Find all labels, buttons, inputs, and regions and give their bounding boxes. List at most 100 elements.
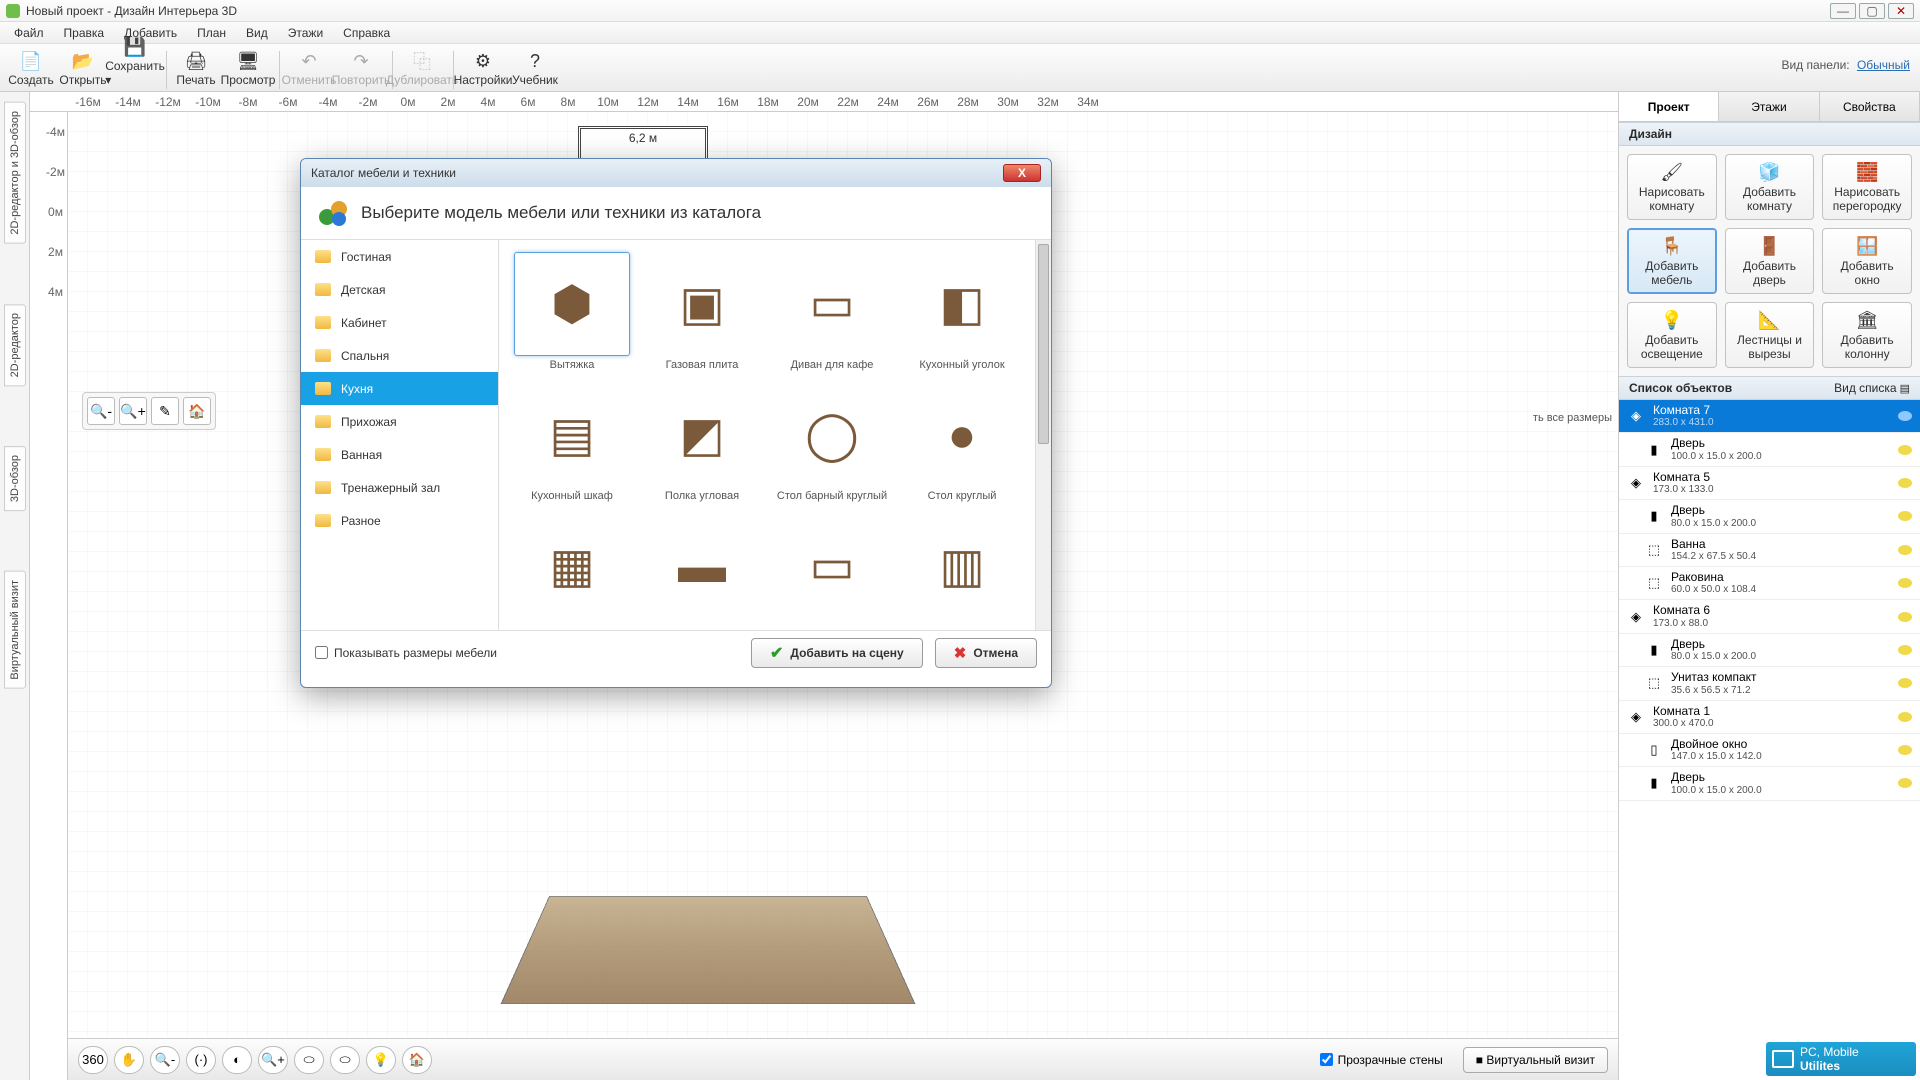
category-Спальня[interactable]: Спальня xyxy=(301,339,498,372)
category-Гостиная[interactable]: Гостиная xyxy=(301,240,498,273)
bottom-tool[interactable]: 🔍+ xyxy=(258,1046,288,1074)
menu-Файл[interactable]: Файл xyxy=(4,24,54,42)
sidebar-tab-Этажи[interactable]: Этажи xyxy=(1719,92,1819,121)
scrollbar-thumb[interactable] xyxy=(1038,244,1049,444)
design-btn[interactable]: 🧱Нарисоватьперегородку xyxy=(1822,154,1912,220)
category-Ванная[interactable]: Ванная xyxy=(301,438,498,471)
furniture-item[interactable]: ▭Диван для кафе xyxy=(771,252,893,371)
toolbar-Сохранить[interactable]: 💾Сохранить ▾ xyxy=(110,35,160,89)
toolbar-Создать[interactable]: 📄Создать xyxy=(6,49,56,89)
visibility-icon[interactable] xyxy=(1898,778,1912,788)
items-scrollbar[interactable] xyxy=(1035,240,1051,630)
panel-mode-link[interactable]: Обычный xyxy=(1857,58,1910,72)
show-sizes-input[interactable] xyxy=(315,646,328,659)
visibility-icon[interactable] xyxy=(1898,545,1912,555)
menu-План[interactable]: План xyxy=(187,24,236,42)
object-row[interactable]: ▮Дверь80.0 x 15.0 x 200.0 xyxy=(1619,500,1920,533)
sidebar-tab-Проект[interactable]: Проект xyxy=(1619,92,1719,121)
visibility-icon[interactable] xyxy=(1898,645,1912,655)
category-Кухня[interactable]: Кухня xyxy=(301,372,498,405)
visibility-icon[interactable] xyxy=(1898,478,1912,488)
show-sizes-checkbox[interactable]: Показывать размеры мебели xyxy=(315,646,497,660)
virtual-visit-button[interactable]: ■ Виртуальный визит xyxy=(1463,1047,1608,1073)
visibility-icon[interactable] xyxy=(1898,411,1912,421)
toolbar-Настройки[interactable]: ⚙Настройки xyxy=(458,49,508,89)
design-btn[interactable]: 🚪Добавитьдверь xyxy=(1725,228,1815,294)
palette-btn[interactable]: 🔍+ xyxy=(119,397,147,425)
object-row[interactable]: ▮Дверь100.0 x 15.0 x 200.0 xyxy=(1619,767,1920,800)
visibility-icon[interactable] xyxy=(1898,612,1912,622)
house-3d[interactable] xyxy=(500,896,915,1004)
bottom-tool[interactable]: 360 xyxy=(78,1046,108,1074)
object-row[interactable]: ▯Двойное окно147.0 x 15.0 x 142.0 xyxy=(1619,734,1920,767)
furniture-item[interactable]: ▥ xyxy=(901,514,1023,621)
furniture-item[interactable]: ◩Полка угловая xyxy=(641,383,763,502)
visibility-icon[interactable] xyxy=(1898,578,1912,588)
category-Кабинет[interactable]: Кабинет xyxy=(301,306,498,339)
furniture-item[interactable]: ▦ xyxy=(511,514,633,621)
menu-Вид[interactable]: Вид xyxy=(236,24,278,42)
furniture-item[interactable]: ◯Стол барный круглый xyxy=(771,383,893,502)
sidebar-tab-Свойства[interactable]: Свойства xyxy=(1820,92,1920,121)
item-grid[interactable]: ⬢Вытяжка▣Газовая плита▭Диван для кафе◧Ку… xyxy=(499,240,1035,630)
furniture-item[interactable]: ▣Газовая плита xyxy=(641,252,763,371)
cancel-button[interactable]: ✖Отмена xyxy=(935,638,1037,668)
furniture-item[interactable]: ▭ xyxy=(771,514,893,621)
design-btn[interactable]: 🪑Добавитьмебель xyxy=(1627,228,1717,294)
object-list[interactable]: ◈Комната 7283.0 x 431.0▮Дверь100.0 x 15.… xyxy=(1619,400,1920,1080)
bottom-tool[interactable]: ◐ xyxy=(222,1046,252,1074)
object-row[interactable]: ◈Комната 5173.0 x 133.0 xyxy=(1619,467,1920,500)
visibility-icon[interactable] xyxy=(1898,445,1912,455)
category-Прихожая[interactable]: Прихожая xyxy=(301,405,498,438)
visibility-icon[interactable] xyxy=(1898,745,1912,755)
palette-btn[interactable]: 🏠 xyxy=(183,397,211,425)
category-Разное[interactable]: Разное xyxy=(301,504,498,537)
furniture-item[interactable]: ⬢Вытяжка xyxy=(511,252,633,371)
design-btn[interactable]: 📐Лестницы ивырезы xyxy=(1725,302,1815,368)
minimize-button[interactable]: — xyxy=(1830,3,1856,19)
object-row[interactable]: ⬚Ванна154.2 x 67.5 x 50.4 xyxy=(1619,534,1920,567)
view-tab[interactable]: 2D-редактор и 3D-обзор xyxy=(4,102,26,244)
visibility-icon[interactable] xyxy=(1898,712,1912,722)
toolbar-Печать[interactable]: 🖨Печать xyxy=(171,49,221,89)
design-btn[interactable]: 🪟Добавитьокно xyxy=(1822,228,1912,294)
object-row[interactable]: ◈Комната 6173.0 x 88.0 xyxy=(1619,600,1920,633)
bottom-tool[interactable]: ✋ xyxy=(114,1046,144,1074)
object-row[interactable]: ◈Комната 1300.0 x 470.0 xyxy=(1619,701,1920,734)
view-tab[interactable]: Виртуальный визит xyxy=(4,571,26,689)
visibility-icon[interactable] xyxy=(1898,511,1912,521)
menu-Справка[interactable]: Справка xyxy=(333,24,400,42)
toolbar-Открыть[interactable]: 📂Открыть xyxy=(58,49,108,89)
maximize-button[interactable]: ▢ xyxy=(1859,3,1885,19)
design-btn[interactable]: 🖌Нарисоватькомнату xyxy=(1627,154,1717,220)
furniture-item[interactable]: ▬ xyxy=(641,514,763,621)
add-to-scene-button[interactable]: ✔Добавить на сцену xyxy=(751,638,923,668)
bottom-tool[interactable]: 🔍- xyxy=(150,1046,180,1074)
bottom-tool[interactable]: ⬭ xyxy=(330,1046,360,1074)
object-row[interactable]: ▮Дверь100.0 x 15.0 x 200.0 xyxy=(1619,433,1920,466)
close-button[interactable]: ✕ xyxy=(1888,3,1914,19)
furniture-item[interactable]: ◧Кухонный уголок xyxy=(901,252,1023,371)
dialog-titlebar[interactable]: Каталог мебели и техники X xyxy=(301,159,1051,187)
category-Тренажерный зал[interactable]: Тренажерный зал xyxy=(301,471,498,504)
list-view-toggle[interactable]: Вид списка xyxy=(1834,381,1896,395)
toolbar-Просмотр[interactable]: 🖥Просмотр xyxy=(223,49,273,89)
dialog-close-button[interactable]: X xyxy=(1003,164,1041,182)
bottom-tool[interactable]: 💡 xyxy=(366,1046,396,1074)
bottom-tool[interactable]: ⬭ xyxy=(294,1046,324,1074)
bottom-tool[interactable]: 🏠 xyxy=(402,1046,432,1074)
palette-btn[interactable]: 🔍- xyxy=(87,397,115,425)
view-tab[interactable]: 2D-редактор xyxy=(4,304,26,386)
toolbar-Учебник[interactable]: ?Учебник xyxy=(510,49,560,89)
pc-mobile-utilities-badge[interactable]: PC, MobileUtilites xyxy=(1766,1042,1916,1076)
design-btn[interactable]: 🏛Добавитьколонну xyxy=(1822,302,1912,368)
menu-Правка[interactable]: Правка xyxy=(54,24,115,42)
visibility-icon[interactable] xyxy=(1898,678,1912,688)
furniture-item[interactable]: ▤Кухонный шкаф xyxy=(511,383,633,502)
object-row[interactable]: ◈Комната 7283.0 x 431.0 xyxy=(1619,400,1920,433)
object-row[interactable]: ▮Дверь80.0 x 15.0 x 200.0 xyxy=(1619,634,1920,667)
design-btn[interactable]: 🧊Добавитькомнату xyxy=(1725,154,1815,220)
palette-btn[interactable]: ✎ xyxy=(151,397,179,425)
furniture-item[interactable]: ●Стол круглый xyxy=(901,383,1023,502)
category-Детская[interactable]: Детская xyxy=(301,273,498,306)
